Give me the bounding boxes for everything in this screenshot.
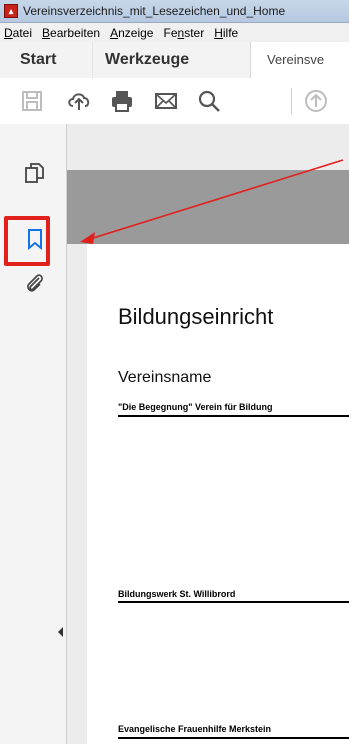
app-window: ▴ Vereinsverzeichnis_mit_Lesezeichen_und… [0,0,349,744]
annotation-arrow [80,159,344,244]
